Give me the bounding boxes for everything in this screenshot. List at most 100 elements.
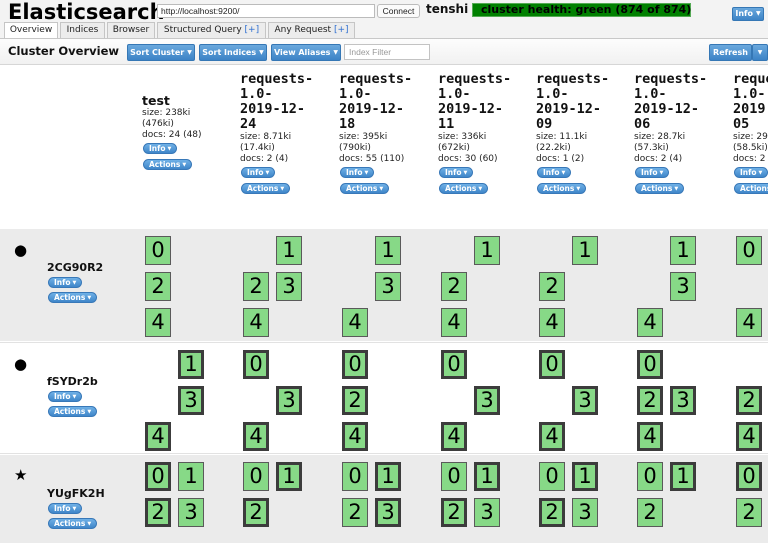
replica-shard[interactable]: 1 (178, 462, 204, 491)
replica-shard[interactable]: 1 (375, 236, 401, 265)
replica-shard[interactable]: 2 (637, 498, 663, 527)
replica-shard[interactable]: 4 (342, 308, 368, 337)
index-info-button[interactable]: Info ▼ (537, 167, 572, 178)
primary-shard[interactable]: 1 (670, 462, 696, 491)
replica-shard[interactable]: 0 (441, 462, 467, 491)
replica-shard[interactable]: 3 (178, 498, 204, 527)
primary-shard[interactable]: 3 (178, 386, 204, 415)
replica-shard[interactable]: 0 (243, 462, 269, 491)
primary-shard[interactable]: 0 (243, 350, 269, 379)
primary-shard[interactable]: 2 (637, 386, 663, 415)
replica-shard[interactable]: 0 (736, 236, 762, 265)
replica-shard[interactable]: 3 (474, 498, 500, 527)
primary-shard[interactable]: 4 (145, 422, 171, 451)
primary-shard[interactable]: 3 (572, 386, 598, 415)
replica-shard[interactable]: 4 (243, 308, 269, 337)
primary-shard[interactable]: 4 (736, 422, 762, 451)
primary-shard[interactable]: 4 (637, 422, 663, 451)
node-info-button[interactable]: Info ▼ (48, 277, 83, 288)
index-info-button[interactable]: Info ▼ (340, 167, 375, 178)
add-tab-link[interactable]: [+] (334, 25, 349, 35)
primary-shard[interactable]: 2 (243, 498, 269, 527)
index-actions-button[interactable]: Actions▼ (537, 183, 587, 194)
replica-shard[interactable]: 4 (539, 308, 565, 337)
primary-shard[interactable]: 3 (670, 386, 696, 415)
primary-shard[interactable]: 3 (375, 498, 401, 527)
primary-shard[interactable]: 0 (637, 350, 663, 379)
connect-button[interactable]: Connect (377, 4, 420, 18)
replica-shard[interactable]: 2 (441, 272, 467, 301)
primary-shard[interactable]: 0 (342, 350, 368, 379)
tab-browser[interactable]: Browser (107, 22, 155, 39)
tab-indices[interactable]: Indices (60, 22, 105, 39)
index-actions-button[interactable]: Actions▼ (439, 183, 489, 194)
index-actions-button[interactable]: Actions▼ (241, 183, 291, 194)
node-info-button[interactable]: Info ▼ (48, 391, 83, 402)
node-actions-button[interactable]: Actions ▼ (48, 292, 98, 303)
index-actions-button[interactable]: Actions▼ (635, 183, 685, 194)
index-actions-button[interactable]: Actions▼ (143, 159, 193, 170)
cluster-url-input[interactable]: http://localhost:9200/ (157, 4, 375, 18)
primary-shard[interactable]: 3 (474, 386, 500, 415)
primary-shard[interactable]: 2 (736, 386, 762, 415)
index-info-button[interactable]: Info ▼ (635, 167, 670, 178)
replica-shard[interactable]: 4 (736, 308, 762, 337)
replica-shard[interactable]: 3 (572, 498, 598, 527)
replica-shard[interactable]: 2 (736, 498, 762, 527)
replica-shard[interactable]: 1 (670, 236, 696, 265)
primary-shard[interactable]: 0 (441, 350, 467, 379)
replica-shard[interactable]: 2 (145, 272, 171, 301)
node-info-button[interactable]: Info ▼ (48, 503, 83, 514)
refresh-options-dropdown[interactable]: ▼ (752, 44, 768, 61)
primary-shard[interactable]: 2 (441, 498, 467, 527)
index-filter-input[interactable]: Index Filter (344, 44, 430, 60)
replica-shard[interactable]: 1 (572, 236, 598, 265)
primary-shard[interactable]: 4 (342, 422, 368, 451)
primary-shard[interactable]: 2 (145, 498, 171, 527)
refresh-button[interactable]: Refresh (709, 44, 752, 61)
primary-shard[interactable]: 1 (474, 462, 500, 491)
primary-shard[interactable]: 2 (342, 386, 368, 415)
primary-shard[interactable]: 3 (276, 386, 302, 415)
primary-shard[interactable]: 1 (572, 462, 598, 491)
primary-shard[interactable]: 4 (243, 422, 269, 451)
replica-shard[interactable]: 0 (539, 462, 565, 491)
replica-shard[interactable]: 0 (342, 462, 368, 491)
add-tab-link[interactable]: [+] (245, 25, 260, 35)
sort-indices-button[interactable]: Sort Indices ▼ (199, 44, 267, 61)
replica-shard[interactable]: 1 (474, 236, 500, 265)
primary-shard[interactable]: 0 (145, 462, 171, 491)
node-actions-button[interactable]: Actions ▼ (48, 406, 98, 417)
view-aliases-button[interactable]: View Aliases ▼ (271, 44, 341, 61)
tab-structured-query[interactable]: Structured Query [+] (157, 22, 266, 39)
replica-shard[interactable]: 0 (145, 236, 171, 265)
replica-shard[interactable]: 2 (243, 272, 269, 301)
index-info-button[interactable]: Info ▼ (143, 143, 178, 154)
index-actions-button[interactable]: Actions▼ (340, 183, 390, 194)
index-info-button[interactable]: Info ▼ (439, 167, 474, 178)
replica-shard[interactable]: 0 (637, 462, 663, 491)
tab-any-request[interactable]: Any Request [+] (268, 22, 355, 39)
replica-shard[interactable]: 4 (441, 308, 467, 337)
primary-shard[interactable]: 4 (539, 422, 565, 451)
primary-shard[interactable]: 1 (375, 462, 401, 491)
primary-shard[interactable]: 2 (539, 498, 565, 527)
replica-shard[interactable]: 3 (375, 272, 401, 301)
primary-shard[interactable]: 0 (736, 462, 762, 491)
primary-shard[interactable]: 1 (276, 462, 302, 491)
replica-shard[interactable]: 2 (342, 498, 368, 527)
primary-shard[interactable]: 0 (539, 350, 565, 379)
primary-shard[interactable]: 1 (178, 350, 204, 379)
replica-shard[interactable]: 3 (670, 272, 696, 301)
primary-shard[interactable]: 4 (441, 422, 467, 451)
index-actions-button[interactable]: Actions▼ (734, 183, 768, 194)
replica-shard[interactable]: 4 (145, 308, 171, 337)
info-menu-button[interactable]: Info ▼ (732, 7, 764, 21)
sort-cluster-button[interactable]: Sort Cluster ▼ (127, 44, 195, 61)
replica-shard[interactable]: 3 (276, 272, 302, 301)
index-info-button[interactable]: Info ▼ (241, 167, 276, 178)
replica-shard[interactable]: 1 (276, 236, 302, 265)
replica-shard[interactable]: 4 (637, 308, 663, 337)
index-info-button[interactable]: Info ▼ (734, 167, 768, 178)
replica-shard[interactable]: 2 (539, 272, 565, 301)
